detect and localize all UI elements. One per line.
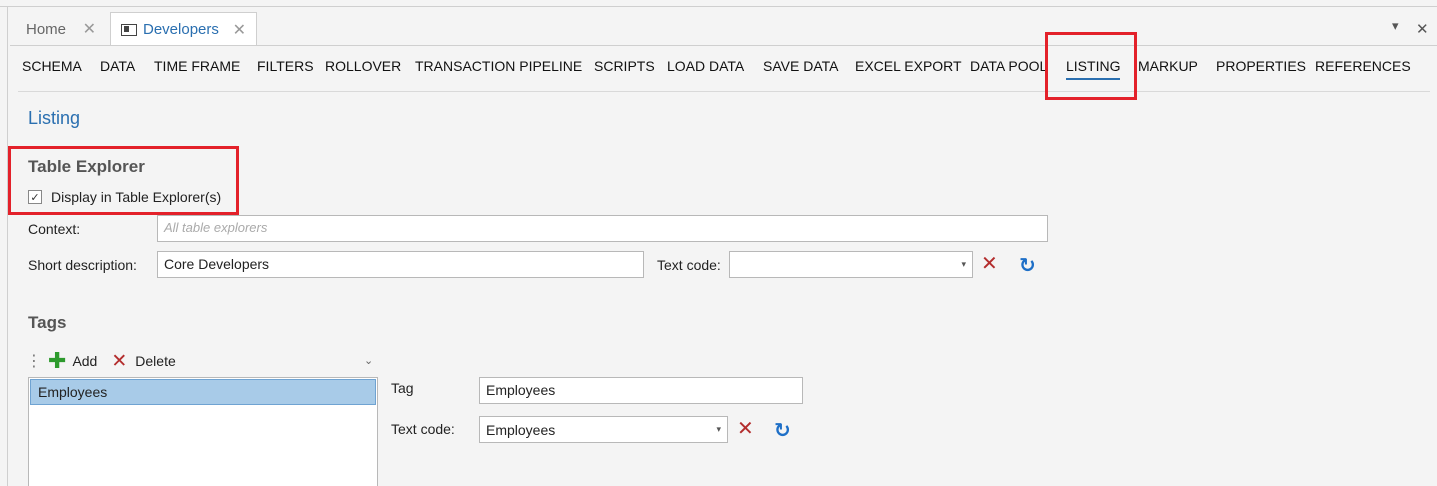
- nav-item-data-pool[interactable]: DATA POOL: [970, 58, 1047, 74]
- tag-input[interactable]: Employees: [479, 377, 803, 404]
- nav-item-properties[interactable]: PROPERTIES: [1216, 58, 1306, 74]
- doc-tab-home[interactable]: Home ✕: [16, 12, 106, 46]
- nav-item-references[interactable]: REFERENCES: [1315, 58, 1411, 74]
- context-label: Context:: [28, 221, 81, 237]
- nav-item-load-data[interactable]: LOAD DATA: [667, 58, 744, 74]
- add-tag-button[interactable]: Add: [72, 353, 97, 369]
- nav-item-markup[interactable]: MARKUP: [1138, 58, 1198, 74]
- nav-item-excel-export[interactable]: EXCEL EXPORT: [855, 58, 962, 74]
- nav-item-save-data[interactable]: SAVE DATA: [763, 58, 838, 74]
- window-left-border: [7, 6, 8, 486]
- tags-list[interactable]: Employees: [28, 377, 378, 486]
- chevron-down-icon[interactable]: ▾: [1392, 18, 1399, 34]
- nav-divider: [18, 91, 1430, 92]
- dropdown-arrow-icon: ▾: [716, 424, 721, 434]
- close-icon[interactable]: ✕: [83, 19, 96, 39]
- nav-item-scripts[interactable]: SCRIPTS: [594, 58, 655, 74]
- nav-item-transaction-pipeline[interactable]: TRANSACTION PIPELINE: [415, 58, 582, 74]
- table-settings-icon: [121, 23, 137, 36]
- list-item[interactable]: Employees: [30, 379, 376, 405]
- grip-icon[interactable]: ⋮: [26, 351, 42, 371]
- dropdown-arrow-icon: ▾: [961, 259, 966, 269]
- doc-tab-home-label: Home: [26, 20, 67, 38]
- clear-text-code-icon[interactable]: ✕: [981, 254, 998, 274]
- text-code-select[interactable]: ▾: [729, 251, 973, 278]
- nav-item-time-frame[interactable]: TIME FRAME: [154, 58, 240, 74]
- tags-toolbar: ⋮ ✚ Add ✕ Delete: [26, 348, 176, 374]
- delete-tag-button[interactable]: Delete: [135, 353, 175, 369]
- tag-text-code-select[interactable]: Employees ▾: [479, 416, 728, 443]
- toolbar-chooser-icon[interactable]: ⌄: [364, 354, 373, 367]
- section-heading-tags: Tags: [28, 313, 67, 332]
- refresh-text-code-icon[interactable]: ↻: [1019, 256, 1036, 276]
- short-description-input[interactable]: Core Developers: [157, 251, 644, 278]
- delete-icon[interactable]: ✕: [111, 350, 127, 373]
- window-top-border: [0, 6, 1437, 7]
- nav-item-data[interactable]: DATA: [100, 58, 135, 74]
- tag-text-code-label: Text code:: [391, 421, 455, 437]
- clear-tag-text-code-icon[interactable]: ✕: [737, 419, 754, 439]
- text-code-label: Text code:: [657, 257, 721, 273]
- context-input[interactable]: All table explorers: [157, 215, 1048, 242]
- highlight-box-table-explorer: [8, 146, 239, 215]
- doc-tab-developers[interactable]: Developers ✕: [110, 12, 257, 46]
- doc-tab-developers-label: Developers: [143, 21, 219, 38]
- nav-item-filters[interactable]: FILTERS: [257, 58, 314, 74]
- refresh-tag-text-code-icon[interactable]: ↻: [774, 421, 791, 441]
- page-title: Listing: [28, 108, 81, 128]
- close-icon[interactable]: ✕: [233, 20, 246, 40]
- highlight-box-listing: [1045, 32, 1137, 100]
- tag-label: Tag: [391, 380, 414, 396]
- tag-text-code-value: Employees: [486, 421, 556, 438]
- add-icon[interactable]: ✚: [48, 348, 66, 374]
- close-icon[interactable]: ✕: [1416, 20, 1429, 38]
- nav-item-rollover[interactable]: ROLLOVER: [325, 58, 401, 74]
- nav-item-schema[interactable]: SCHEMA: [22, 58, 82, 74]
- short-description-label: Short description:: [28, 257, 137, 273]
